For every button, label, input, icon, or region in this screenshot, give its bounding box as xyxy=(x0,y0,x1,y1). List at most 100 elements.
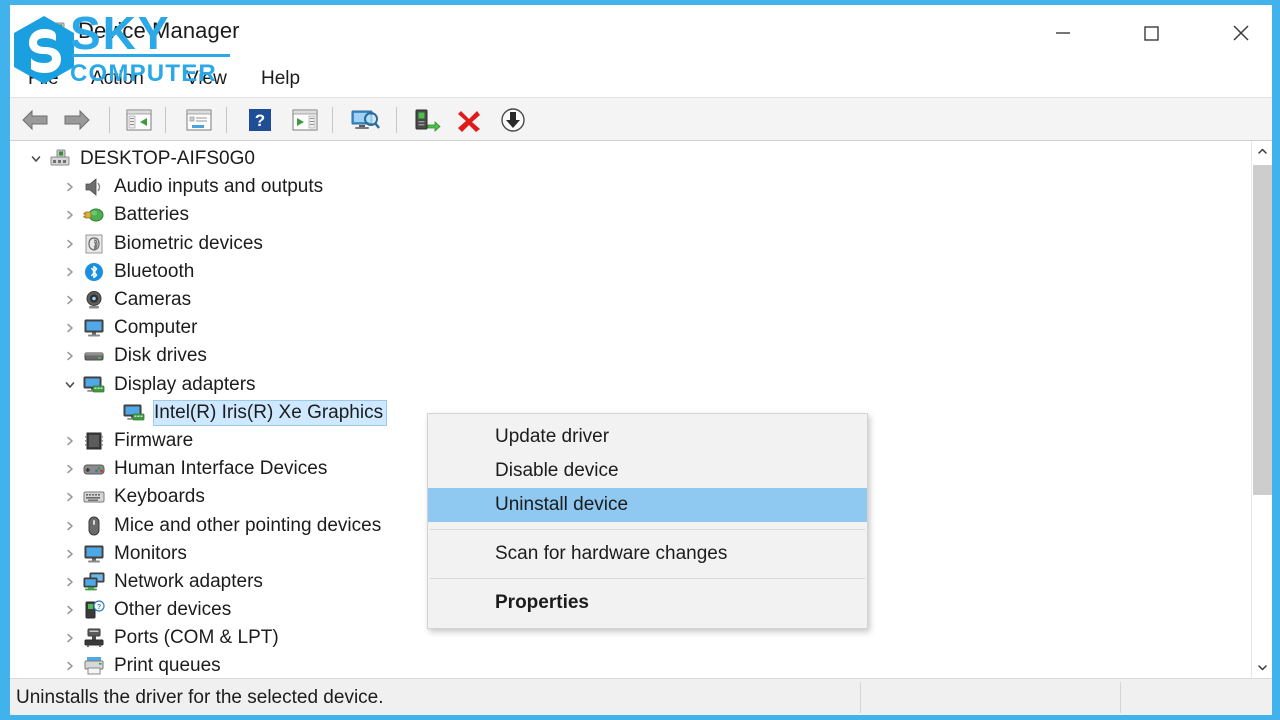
printer-icon xyxy=(83,656,105,676)
chevron-right-icon[interactable] xyxy=(62,546,78,562)
back-arrow-icon xyxy=(22,109,48,131)
scroll-down-button[interactable] xyxy=(1252,657,1272,678)
display-adapter-icon xyxy=(83,375,105,395)
tree-node-label: DESKTOP-AIFS0G0 xyxy=(80,148,255,170)
maximize-button[interactable] xyxy=(1120,5,1182,61)
scrollbar-thumb[interactable] xyxy=(1253,165,1272,495)
tree-row[interactable]: Computer xyxy=(10,314,1245,342)
tree-node-label: Cameras xyxy=(114,289,192,311)
chevron-right-icon[interactable] xyxy=(62,574,78,590)
chevron-right-icon[interactable] xyxy=(62,348,78,364)
chevron-right-icon[interactable] xyxy=(62,658,78,674)
network-adapter-icon xyxy=(83,572,105,592)
tree-node-label: Intel(R) Iris(R) Xe Graphics xyxy=(152,399,388,426)
chevron-right-icon[interactable] xyxy=(62,602,78,618)
computer-root-icon xyxy=(49,149,71,169)
tree-node-label: Computer xyxy=(114,317,198,339)
chevron-right-icon[interactable] xyxy=(62,630,78,646)
tree-node-label: Biometric devices xyxy=(114,232,263,254)
disable-device-icon xyxy=(501,108,525,132)
chevron-right-icon[interactable] xyxy=(62,207,78,223)
other-device-icon: ? xyxy=(83,600,105,620)
chevron-right-icon[interactable] xyxy=(62,179,78,195)
hid-icon xyxy=(83,459,105,479)
tree-row[interactable]: Batteries xyxy=(10,201,1245,229)
tree-row[interactable]: Bluetooth xyxy=(10,258,1245,286)
svg-text:?: ? xyxy=(255,111,265,130)
toolbar-separator xyxy=(109,107,110,133)
update-driver-icon xyxy=(415,109,441,132)
tree-node-label: Print queues xyxy=(114,655,221,677)
device-manager-window: Device Manager File Action View Help ? D… xyxy=(10,5,1272,715)
mouse-icon xyxy=(83,516,105,536)
outer-blue-frame: Device Manager File Action View Help ? D… xyxy=(0,0,1280,720)
monitor-icon xyxy=(83,544,105,564)
show-hide-console-tree-button[interactable] xyxy=(122,103,156,137)
tree-node-label: Monitors xyxy=(114,542,187,564)
menu-item-action[interactable]: Action xyxy=(85,64,150,94)
tree-row[interactable]: Audio inputs and outputs xyxy=(10,173,1245,201)
chevron-right-icon[interactable] xyxy=(62,433,78,449)
menu-item-file[interactable]: File xyxy=(22,64,65,94)
forward-button[interactable] xyxy=(60,103,94,137)
chevron-right-icon[interactable] xyxy=(62,489,78,505)
tree-node-label: Bluetooth xyxy=(114,260,195,282)
tree-row[interactable]: Cameras xyxy=(10,286,1245,314)
tree-node-label: Keyboards xyxy=(114,486,205,508)
context-menu-item-properties[interactable]: Properties xyxy=(428,586,867,620)
disable-device-button[interactable] xyxy=(496,103,530,137)
vertical-scrollbar[interactable] xyxy=(1251,141,1272,678)
show-hide-action-pane-icon xyxy=(292,109,318,131)
context-menu-item-disable-device[interactable]: Disable device xyxy=(428,454,867,488)
tree-node-label: Human Interface Devices xyxy=(114,458,328,480)
window-title: Device Manager xyxy=(78,18,240,43)
chevron-right-icon[interactable] xyxy=(62,264,78,280)
menu-item-view[interactable]: View xyxy=(180,64,233,94)
back-button[interactable] xyxy=(18,103,52,137)
chevron-down-icon[interactable] xyxy=(62,377,78,393)
context-menu-item-scan-for-hardware-changes[interactable]: Scan for hardware changes xyxy=(428,537,867,571)
title-bar: Device Manager xyxy=(10,5,1272,61)
context-menu-item-uninstall-device[interactable]: Uninstall device xyxy=(428,488,867,522)
uninstall-device-icon xyxy=(458,111,480,132)
speaker-icon xyxy=(83,177,105,197)
chevron-right-icon[interactable] xyxy=(62,320,78,336)
tree-node-label: Firmware xyxy=(114,429,194,451)
fingerprint-icon xyxy=(83,234,105,254)
properties-button[interactable] xyxy=(182,103,216,137)
chevron-right-icon[interactable] xyxy=(62,236,78,252)
properties-icon xyxy=(186,109,212,131)
help-button[interactable]: ? xyxy=(243,103,277,137)
chevron-right-icon[interactable] xyxy=(62,518,78,534)
toolbar-separator xyxy=(226,107,227,133)
chevron-right-icon[interactable] xyxy=(62,461,78,477)
status-bar: Uninstalls the driver for the selected d… xyxy=(10,678,1272,715)
tree-row[interactable]: Biometric devices xyxy=(10,230,1245,258)
tree-node-label: Batteries xyxy=(114,204,189,226)
tree-row[interactable]: Disk drives xyxy=(10,342,1245,370)
show-hide-action-pane-button[interactable] xyxy=(288,103,322,137)
chevron-right-icon[interactable] xyxy=(62,292,78,308)
toolbar: ? xyxy=(10,97,1272,141)
update-driver-button[interactable] xyxy=(410,103,444,137)
chevron-down-icon[interactable] xyxy=(28,151,44,167)
uninstall-device-button[interactable] xyxy=(452,103,486,137)
toolbar-separator xyxy=(396,107,397,133)
menu-item-help[interactable]: Help xyxy=(255,64,306,94)
tree-row[interactable]: Print queues xyxy=(10,652,1245,678)
menu-bar: File Action View Help xyxy=(10,61,1272,97)
context-menu-separator xyxy=(430,578,865,579)
tree-node-label: Disk drives xyxy=(114,345,207,367)
keyboard-icon xyxy=(83,487,105,507)
tree-row[interactable]: DESKTOP-AIFS0G0 xyxy=(10,145,1245,173)
camera-icon xyxy=(83,290,105,310)
scroll-up-button[interactable] xyxy=(1252,141,1272,162)
status-bar-divider xyxy=(860,682,861,713)
tree-row[interactable]: Display adapters xyxy=(10,371,1245,399)
context-menu-item-update-driver[interactable]: Update driver xyxy=(428,420,867,454)
bluetooth-icon xyxy=(83,262,105,282)
minimize-button[interactable] xyxy=(1032,5,1094,61)
close-button[interactable] xyxy=(1210,5,1272,61)
context-menu[interactable]: Update driver Disable device Uninstall d… xyxy=(427,413,868,629)
scan-for-hardware-changes-button[interactable] xyxy=(348,103,382,137)
